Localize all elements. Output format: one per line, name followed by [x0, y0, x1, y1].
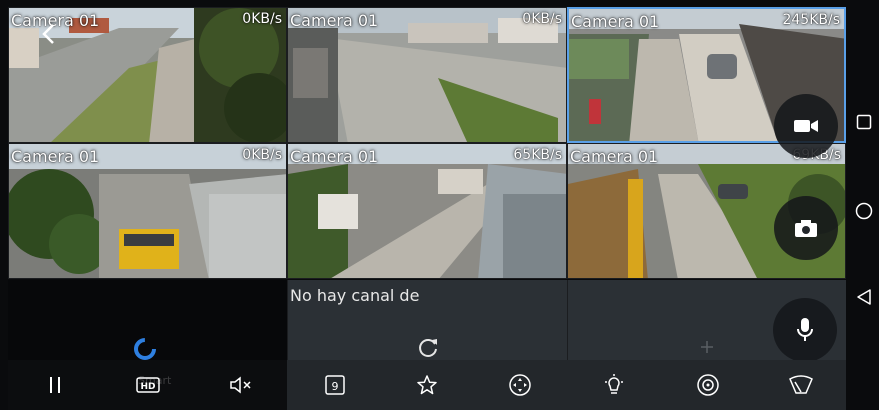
camera-tile-4[interactable]: Camera 01 0KB/s — [8, 143, 287, 279]
bitrate-label: 0KB/s — [242, 147, 282, 163]
no-channel-message: No hay canal de — [290, 286, 420, 305]
bitrate-label: 0KB/s — [242, 11, 282, 27]
empty-channel-middle: No hay canal de — [287, 280, 567, 360]
home-button[interactable] — [852, 199, 876, 223]
ptz-control-icon — [509, 374, 531, 396]
hd-quality-button[interactable]: HD — [132, 369, 164, 401]
mute-button[interactable] — [225, 369, 257, 401]
light-button[interactable] — [598, 369, 630, 401]
camera-tile-5[interactable]: Camera 01 65KB/s — [287, 143, 567, 279]
record-video-button[interactable] — [774, 94, 838, 158]
loading-spinner-icon — [134, 338, 156, 360]
mute-icon — [230, 376, 251, 394]
svg-text:HD: HD — [140, 382, 155, 392]
ptz-control-button[interactable] — [504, 369, 536, 401]
bitrate-label: 245KB/s — [782, 12, 840, 28]
camera-name-label: Camera 01 — [570, 147, 659, 166]
back-icon — [857, 289, 871, 305]
alarm-icon — [697, 374, 719, 396]
snapshot-camera-icon — [795, 220, 817, 237]
wiper-icon — [789, 375, 813, 394]
recent-apps-button[interactable] — [852, 110, 876, 134]
hd-quality-icon: HD — [136, 377, 160, 393]
add-channel-icon[interactable] — [700, 340, 714, 354]
empty-channel-left — [8, 280, 287, 360]
refresh-icon[interactable] — [416, 336, 440, 360]
camera-tile-2[interactable]: Camera 01 0KB/s — [287, 7, 567, 143]
favorite-star-icon — [417, 375, 437, 395]
system-navigation-bar — [848, 0, 879, 410]
favorite-button[interactable] — [411, 369, 443, 401]
bitrate-label: 0KB/s — [522, 11, 562, 27]
back-button[interactable] — [31, 16, 67, 52]
system-back-button[interactable] — [852, 285, 876, 309]
snapshot-button[interactable] — [774, 196, 838, 260]
record-video-icon — [794, 120, 818, 132]
camera-name-label: Camera 01 — [571, 12, 660, 31]
camera-grid: Camera 01 0KB/s Camera 01 0KB/s Camera 0… — [8, 7, 846, 279]
wiper-button[interactable] — [785, 369, 817, 401]
camera-name-label: Camera 01 — [290, 11, 379, 30]
alarm-button[interactable] — [692, 369, 724, 401]
bitrate-label: 65KB/s — [513, 147, 562, 163]
chevron-left-icon — [42, 24, 54, 44]
pause-button[interactable] — [39, 369, 71, 401]
pause-icon — [50, 377, 60, 393]
split-screen-icon: 9 — [325, 375, 345, 395]
split-screen-button[interactable]: 9 — [319, 369, 351, 401]
light-icon — [605, 374, 623, 394]
camera-live-view-screen: Camera 01 0KB/s Camera 01 0KB/s Camera 0… — [0, 0, 879, 410]
svg-text:9: 9 — [332, 380, 339, 393]
camera-name-label: Camera 01 — [290, 147, 379, 166]
bottom-toolbar: Smart HD 9 — [8, 360, 846, 410]
microphone-icon — [797, 318, 813, 341]
camera-tile-1[interactable]: Camera 01 0KB/s — [8, 7, 287, 143]
home-icon — [855, 202, 873, 220]
recent-apps-icon — [856, 114, 872, 130]
camera-name-label: Camera 01 — [11, 147, 100, 166]
microphone-button[interactable] — [773, 298, 837, 362]
